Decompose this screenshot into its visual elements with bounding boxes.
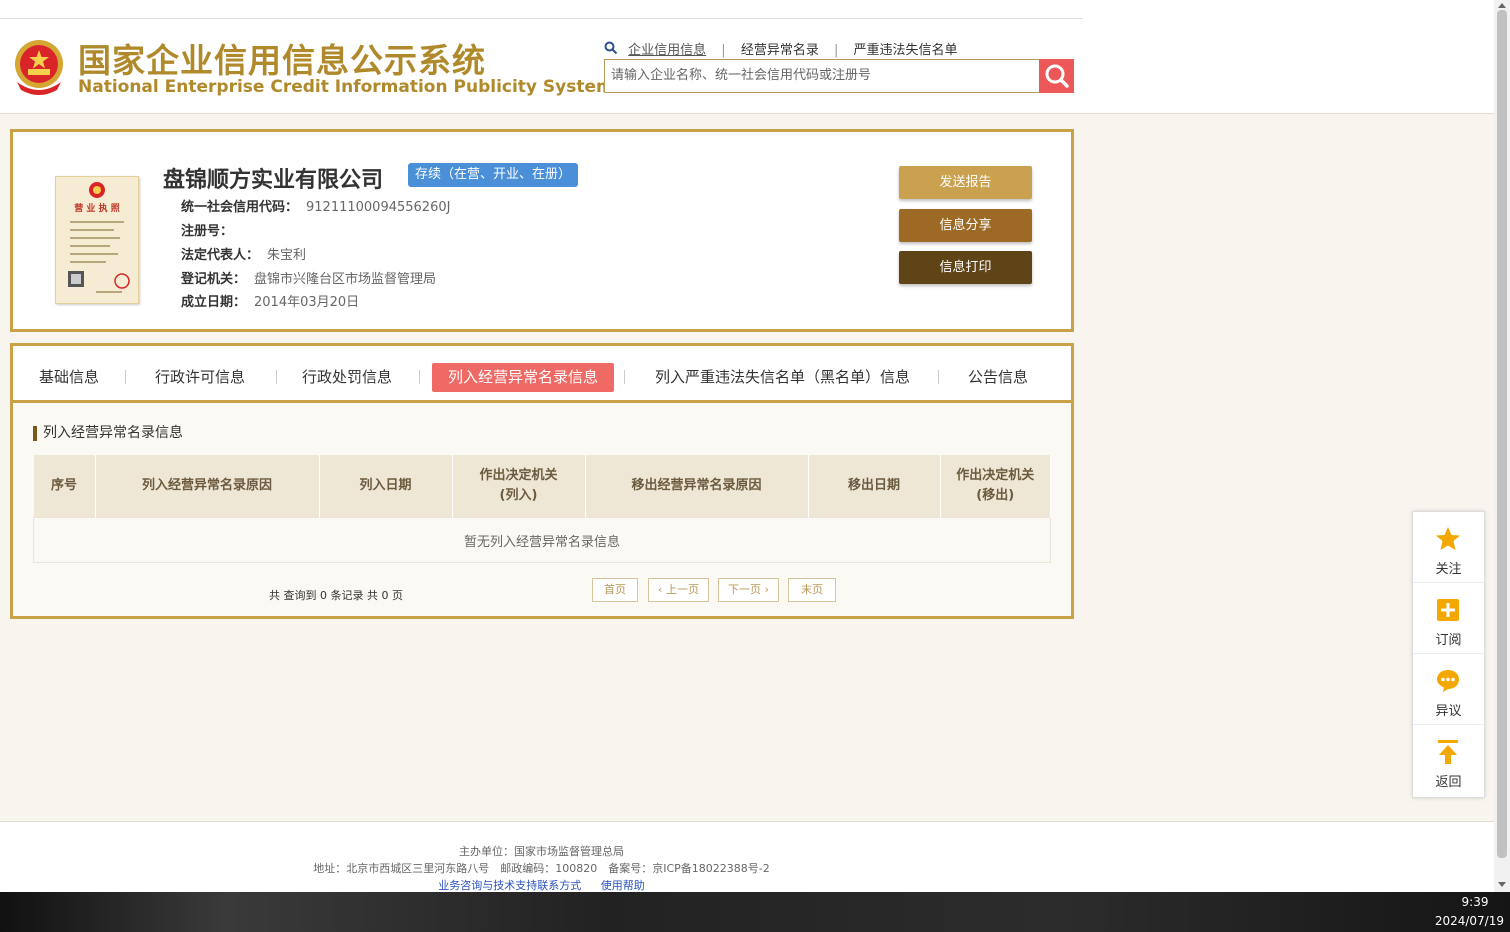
pagination-summary: 共 查询到 0 条记录 共 0 页 <box>269 589 403 602</box>
tab-abnormal-operation[interactable]: 列入经营异常名录信息 <box>432 363 615 392</box>
detail-tab-bar: 基础信息 行政许可信息 行政处罚信息 列入经营异常名录信息 列入严重违法失信名单… <box>13 346 1071 403</box>
column-header: 列入日期 <box>319 455 453 518</box>
magnifier-icon <box>604 41 618 55</box>
site-subtitle: National Enterprise Credit Information P… <box>78 77 614 97</box>
add-subscription-icon <box>1437 599 1459 621</box>
tab-content: 列入经营异常名录信息 序号 列入经营异常名录原因 列入日期 作出决定机关 (列入… <box>13 403 1071 616</box>
search-box <box>604 59 1039 93</box>
info-row-registration-number: 注册号： <box>181 220 241 239</box>
site-footer: 主办单位：国家市场监督管理总局 地址：北京市西城区三里河东路八号 邮政编码：10… <box>0 821 1494 893</box>
license-header-text: 营 业 执 照 <box>74 202 119 214</box>
search-type-tabs: 企业信用信息 | 经营异常名录 | 严重违法失信名单 <box>604 39 958 58</box>
info-value: 2014年03月20日 <box>254 295 360 310</box>
column-header: 序号 <box>33 455 96 518</box>
info-label: 成立日期： <box>181 295 247 310</box>
empty-table-message: 暂无列入经营异常名录信息 <box>33 517 1051 563</box>
search-tab-blacklist[interactable]: 严重违法失信名单 <box>854 43 958 58</box>
header-divider <box>0 18 1083 19</box>
tab-admin-penalty[interactable]: 行政处罚信息 <box>302 363 392 392</box>
help-link[interactable]: 使用帮助 <box>601 879 645 892</box>
company-summary-card: 营 业 执 照 盘锦顺方实业有限公司 存续（在营、开业、在册） 统一社会信用代码… <box>10 129 1074 332</box>
footer-links: 业务咨询与技术支持联系方式 使用帮助 <box>0 877 1083 893</box>
info-row-credit-code: 统一社会信用代码： 91211100094556260J <box>181 196 450 215</box>
tab-separator: | <box>721 43 726 58</box>
print-info-button[interactable]: 信息打印 <box>899 251 1032 284</box>
arrow-up-icon <box>1438 740 1458 764</box>
next-page-button[interactable]: 下一页 › <box>718 578 779 602</box>
search-tab-abnormal-list[interactable]: 经营异常名录 <box>741 43 819 58</box>
tab-separator <box>419 370 420 384</box>
follow-button[interactable]: 关注 <box>1413 512 1484 583</box>
license-image-icon: 营 业 执 照 <box>68 182 130 293</box>
info-label: 统一社会信用代码： <box>181 200 299 215</box>
scrollbar-thumb[interactable] <box>1497 10 1507 858</box>
search-input[interactable] <box>605 60 1037 90</box>
scroll-down-arrow-icon[interactable] <box>1494 878 1510 890</box>
info-row-legal-representative: 法定代表人： 朱宝利 <box>181 244 306 263</box>
column-header: 作出决定机关 (列入) <box>452 455 586 518</box>
business-license-thumbnail[interactable]: 营 业 执 照 <box>55 176 139 304</box>
search-tab-credit-info[interactable]: 企业信用信息 <box>628 43 706 58</box>
follow-label: 关注 <box>1435 562 1462 577</box>
footer-host: 主办单位：国家市场监督管理总局 <box>459 845 624 858</box>
footer-address: 地址：北京市西城区三里河东路八号 邮政编码：100820 备案号：京ICP备18… <box>313 862 770 875</box>
last-page-button[interactable]: 末页 <box>788 578 836 602</box>
scroll-up-arrow-icon[interactable] <box>1494 0 1510 10</box>
detail-panel: 基础信息 行政许可信息 行政处罚信息 列入经营异常名录信息 列入严重违法失信名单… <box>10 343 1074 619</box>
info-value: 盘锦市兴隆台区市场监督管理局 <box>254 272 437 287</box>
tab-announcement[interactable]: 公告信息 <box>968 363 1028 392</box>
tab-basic-info[interactable]: 基础信息 <box>39 363 99 392</box>
subscribe-button[interactable]: 订阅 <box>1413 583 1484 654</box>
info-value: 91211100094556260J <box>306 200 451 215</box>
objection-button[interactable]: 异议 <box>1413 654 1484 725</box>
search-button[interactable] <box>1039 59 1074 93</box>
company-name: 盘锦顺方实业有限公司 <box>163 168 384 193</box>
info-value: 朱宝利 <box>267 248 307 263</box>
share-info-button[interactable]: 信息分享 <box>899 209 1032 242</box>
tab-separator <box>276 370 277 384</box>
column-header: 作出决定机关 (移出) <box>940 455 1051 518</box>
taskbar-clock-date[interactable]: 2024/07/19 <box>1428 914 1510 928</box>
tab-blacklist[interactable]: 列入严重违法失信名单（黑名单）信息 <box>655 363 910 392</box>
taskbar-clock-time[interactable]: 9:39 <box>1440 895 1510 909</box>
tab-separator <box>624 370 625 384</box>
table-header-row: 序号 列入经营异常名录原因 列入日期 作出决定机关 (列入) 移出经营异常名录原… <box>33 455 1051 518</box>
info-label: 法定代表人： <box>181 248 260 263</box>
tab-separator <box>125 370 126 384</box>
site-title: 国家企业信用信息公示系统 <box>78 41 486 80</box>
status-badge: 存续（在营、开业、在册） <box>408 163 579 187</box>
national-emblem-icon <box>15 40 63 95</box>
tab-separator <box>938 370 939 384</box>
tab-admin-license[interactable]: 行政许可信息 <box>155 363 245 392</box>
back-to-top-label: 返回 <box>1435 775 1462 790</box>
info-label: 注册号： <box>181 224 234 239</box>
star-icon <box>1436 527 1460 550</box>
next-page-label: 下一页 <box>728 583 762 596</box>
first-page-button[interactable]: 首页 <box>592 578 638 602</box>
back-to-top-button[interactable]: 返回 <box>1413 725 1484 795</box>
abnormal-list-table: 序号 列入经营异常名录原因 列入日期 作出决定机关 (列入) 移出经营异常名录原… <box>33 455 1051 563</box>
section-title: 列入经营异常名录信息 <box>33 426 183 441</box>
os-taskbar <box>0 892 1510 932</box>
chat-bubble-icon <box>1437 670 1459 692</box>
column-header: 列入经营异常名录原因 <box>95 455 320 518</box>
search-icon <box>1045 64 1069 88</box>
info-row-registration-authority: 登记机关： 盘锦市兴隆台区市场监督管理局 <box>181 268 436 287</box>
info-row-establish-date: 成立日期： 2014年03月20日 <box>181 291 359 310</box>
tab-separator: | <box>833 43 839 58</box>
table-row: 暂无列入经营异常名录信息 <box>33 517 1051 563</box>
column-header: 移出经营异常名录原因 <box>585 455 809 518</box>
send-report-button[interactable]: 发送报告 <box>899 166 1032 199</box>
prev-page-button[interactable]: ‹ 上一页 <box>648 578 709 602</box>
column-header: 移出日期 <box>808 455 941 518</box>
objection-label: 异议 <box>1435 704 1462 719</box>
chevron-left-icon: ‹ <box>658 583 663 596</box>
subscribe-label: 订阅 <box>1435 633 1462 648</box>
support-contact-link[interactable]: 业务咨询与技术支持联系方式 <box>438 879 581 892</box>
prev-page-label: 上一页 <box>665 583 699 596</box>
floating-toolbar: 关注 订阅 异议 返回 <box>1412 511 1485 798</box>
site-header: 国家企业信用信息公示系统 National Enterprise Credit … <box>0 0 1494 114</box>
info-label: 登记机关： <box>181 272 247 287</box>
chevron-right-icon: › <box>764 583 769 596</box>
